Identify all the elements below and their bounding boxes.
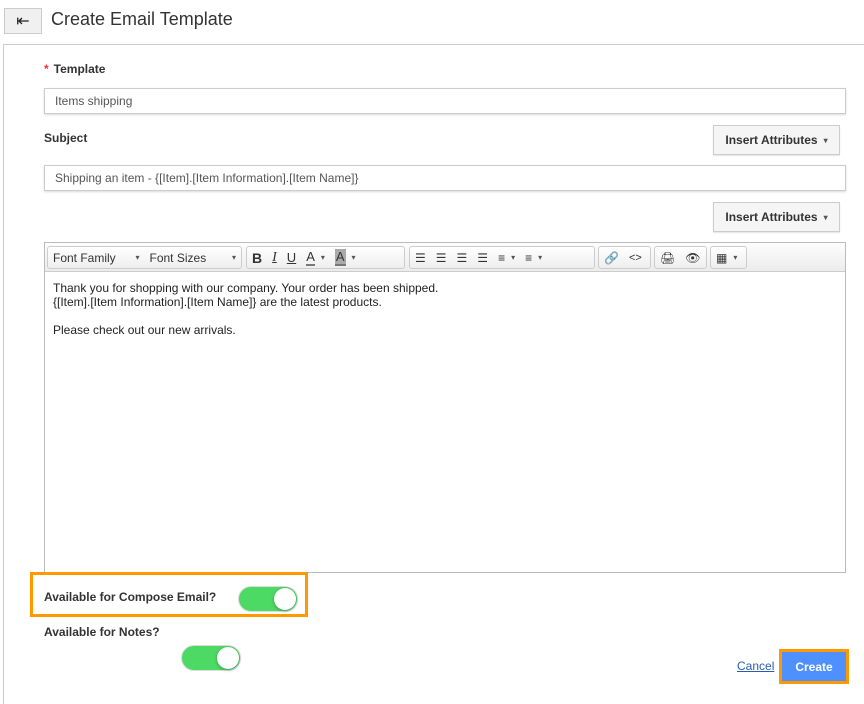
- insert-attributes-button-body[interactable]: Insert Attributes ▾: [713, 202, 840, 232]
- content-line-empty: [53, 309, 837, 323]
- compose-email-toggle[interactable]: [238, 586, 298, 612]
- template-label: * Template: [44, 62, 105, 76]
- page-title: Create Email Template: [51, 9, 233, 29]
- font-sizes-label: Font Sizes: [149, 250, 207, 265]
- subject-label: Subject: [44, 131, 88, 145]
- code-view-icon[interactable]: <>: [624, 247, 647, 268]
- template-label-text: Template: [53, 62, 106, 76]
- align-center-icon[interactable]: ☰: [431, 247, 452, 268]
- numbered-list-icon[interactable]: ≡ ▾: [520, 247, 547, 268]
- font-color-icon[interactable]: A ▾: [301, 247, 330, 268]
- caret-down-icon: ▾: [823, 135, 828, 145]
- table-group: ▦ ▾: [710, 246, 747, 269]
- align-left-icon[interactable]: ☰: [410, 247, 431, 268]
- caret-down-icon: ▾: [823, 212, 828, 222]
- content-line: Thank you for shopping with our company.…: [53, 281, 439, 295]
- create-button[interactable]: Create: [782, 652, 846, 681]
- italic-icon[interactable]: I: [267, 247, 282, 268]
- subject-input[interactable]: Shipping an item - {[Item].[Item Informa…: [44, 165, 846, 191]
- required-mark: *: [44, 62, 49, 76]
- print-icon[interactable]: 🖨: [655, 247, 680, 268]
- style-group: B I U A ▾ A ▾: [246, 246, 405, 269]
- insert-attributes-label: Insert Attributes: [725, 133, 818, 147]
- editor-toolbar: Font Family ▾ Font Sizes ▾ B I U A ▾ A ▾ ☰ ☰…: [45, 243, 845, 272]
- insert-attributes-label: Insert Attributes: [725, 210, 818, 224]
- editor-content[interactable]: Thank you for shopping with our company.…: [45, 272, 845, 346]
- template-input[interactable]: Items shipping: [44, 88, 846, 114]
- highlight-color-icon[interactable]: A ▾: [330, 247, 361, 268]
- align-right-icon[interactable]: ☰: [452, 247, 473, 268]
- compose-email-label: Available for Compose Email?: [44, 590, 217, 604]
- paragraph-group: ☰ ☰ ☰ ☰ ≡ ▾ ≡ ▾: [409, 246, 595, 269]
- table-icon[interactable]: ▦ ▾: [711, 247, 742, 268]
- link-icon[interactable]: 🔗: [599, 247, 624, 268]
- insert-group: 🔗 <>: [598, 246, 651, 269]
- underline-icon[interactable]: U: [282, 247, 301, 268]
- bullet-list-icon[interactable]: ≡ ▾: [493, 247, 520, 268]
- font-sizes-dropdown[interactable]: Font Sizes ▾: [145, 247, 242, 268]
- font-family-label: Font Family: [53, 250, 116, 265]
- notes-label: Available for Notes?: [44, 625, 160, 639]
- back-button[interactable]: ⇤: [4, 8, 42, 34]
- font-group: Font Family ▾ Font Sizes ▾: [47, 246, 242, 269]
- caret-down-icon: ▾: [231, 253, 236, 262]
- content-line: {[Item].[Item Information].[Item Name]} …: [53, 295, 382, 309]
- create-highlight: Create: [779, 649, 849, 684]
- view-group: 🖨 👁: [654, 246, 707, 269]
- caret-down-icon: ▾: [135, 253, 140, 262]
- rich-text-editor: Font Family ▾ Font Sizes ▾ B I U A ▾ A ▾ ☰ ☰…: [44, 242, 846, 573]
- insert-attributes-button[interactable]: Insert Attributes ▾: [713, 125, 840, 155]
- justify-icon[interactable]: ☰: [472, 247, 493, 268]
- notes-toggle[interactable]: [181, 645, 241, 671]
- preview-eye-icon[interactable]: 👁: [680, 247, 705, 268]
- arrow-left-icon: ⇤: [16, 13, 30, 30]
- bold-icon[interactable]: B: [247, 247, 267, 268]
- toggle-knob: [274, 588, 296, 610]
- toggle-knob: [217, 647, 239, 669]
- font-family-dropdown[interactable]: Font Family ▾: [48, 247, 145, 268]
- cancel-link[interactable]: Cancel: [737, 659, 774, 673]
- content-line: Please check out our new arrivals.: [53, 323, 236, 337]
